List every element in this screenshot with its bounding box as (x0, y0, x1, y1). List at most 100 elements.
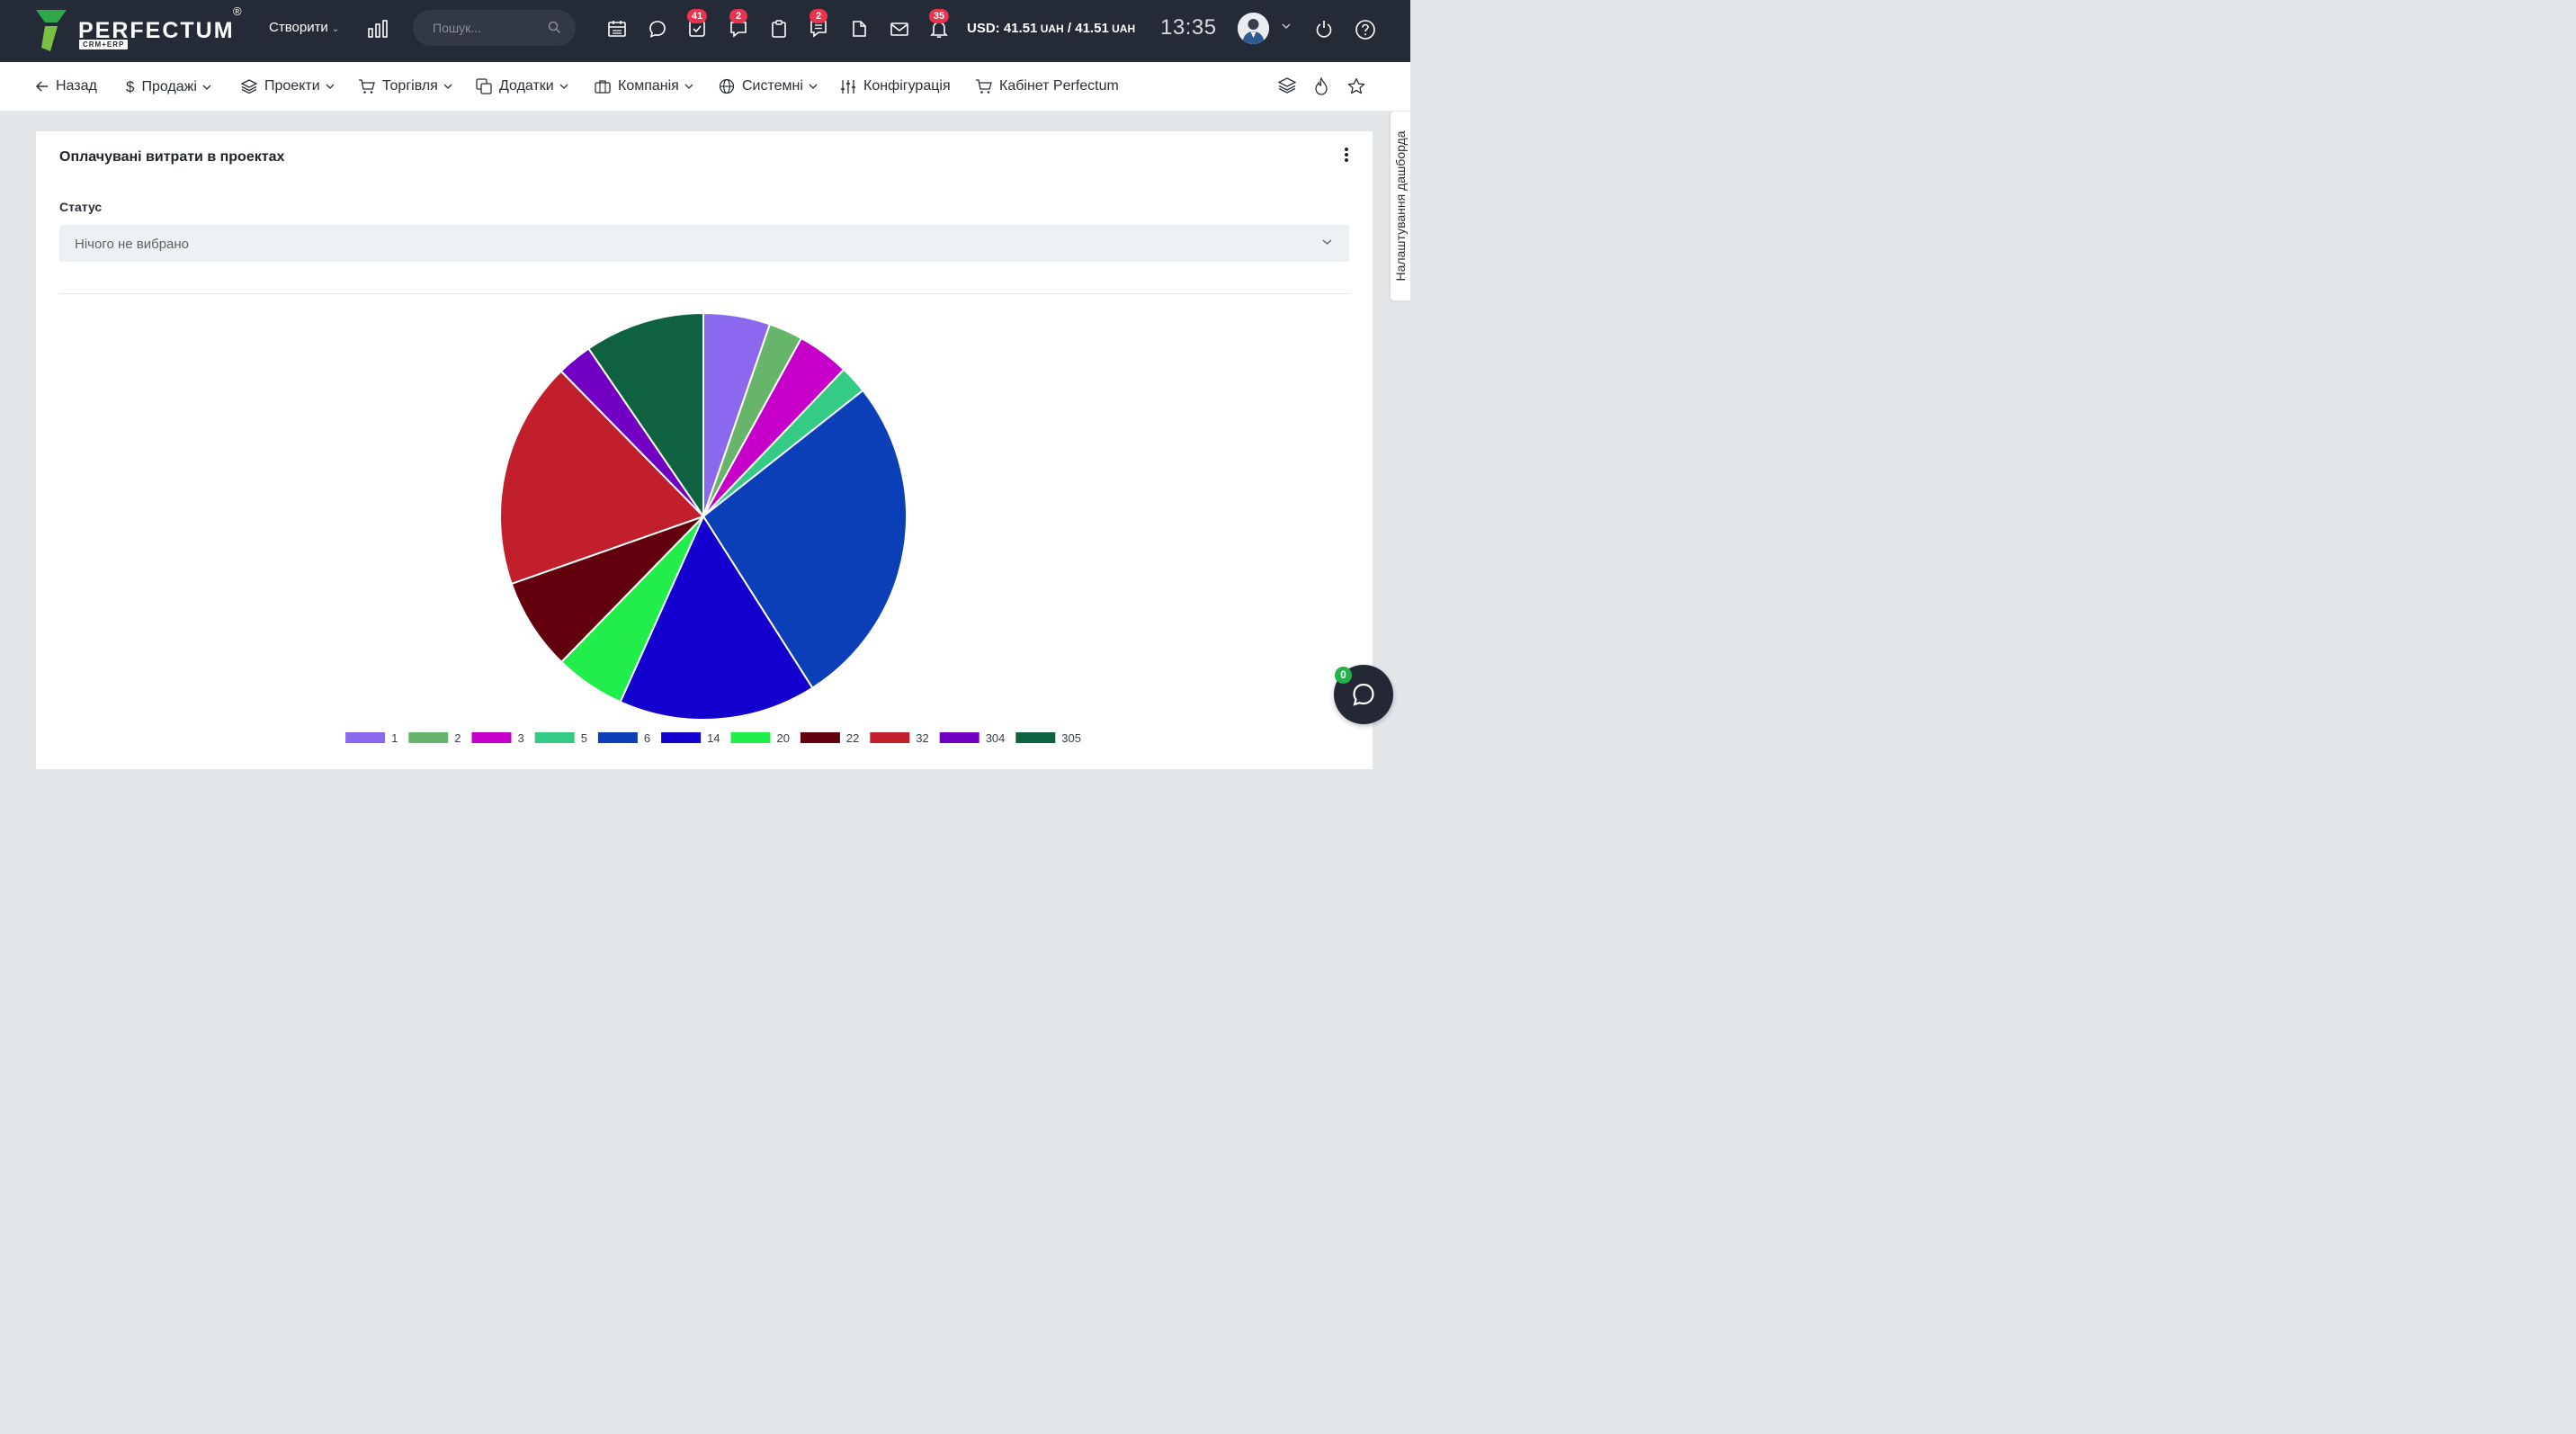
nav-sales-label: Продажі (141, 79, 197, 94)
nav-trade-label: Торгівля (382, 78, 438, 94)
notifications-button[interactable]: 35 (928, 9, 950, 39)
notes-button[interactable]: 2 (809, 9, 828, 39)
legend-swatch (597, 732, 638, 743)
legend-label: 6 (644, 731, 650, 745)
legend-item-22[interactable]: 22 (800, 731, 859, 745)
notifications-badge: 35 (928, 9, 950, 23)
legend-swatch (939, 732, 979, 743)
legend-item-2[interactable]: 2 (408, 731, 461, 745)
briefcase-icon (595, 79, 611, 94)
currency-prefix: USD: (967, 21, 1004, 36)
currency-unit-2: UAH (1108, 22, 1136, 35)
nav-projects-label: Проекти (264, 78, 320, 94)
nav-sales[interactable]: $ Продажі (126, 78, 211, 96)
chat-bubble-icon (649, 21, 666, 38)
logo[interactable]: PERFECTUM ® CRM+ERP (34, 4, 250, 55)
documents-button[interactable] (849, 19, 869, 39)
copy-icon (476, 78, 492, 94)
nav-system-label: Системні (742, 78, 803, 94)
legend-label: 5 (581, 731, 587, 745)
chat-badge: 0 (1335, 667, 1352, 684)
nav-back[interactable]: Назад (36, 78, 97, 94)
sliders-icon (840, 79, 856, 94)
nav-cabinet[interactable]: Кабінет Perfectum (975, 78, 1119, 94)
notes-badge: 2 (809, 9, 827, 23)
dollar-icon: $ (126, 78, 135, 95)
nav-company[interactable]: Компанія (595, 78, 693, 94)
legend-label: 3 (518, 731, 524, 745)
tasks-button[interactable]: 41 (686, 9, 708, 39)
legend-item-305[interactable]: 305 (1015, 731, 1081, 745)
nav-addons[interactable]: Додатки (476, 78, 568, 94)
document-icon (853, 21, 866, 37)
search-icon[interactable] (548, 21, 561, 34)
layers-icon (241, 79, 257, 94)
cart-icon (358, 78, 375, 94)
logo-registered-mark: ® (233, 4, 242, 18)
nav-configuration[interactable]: Конфігурація (840, 78, 951, 94)
search-box (413, 10, 576, 46)
chevron-down-icon (559, 84, 568, 90)
logo-mark-icon (36, 10, 67, 51)
chevron-down-icon (443, 84, 452, 90)
chevron-down-icon[interactable] (1282, 22, 1291, 30)
currency-value-1: 41.51 (1003, 21, 1038, 36)
currency-value-2: 41.51 (1075, 21, 1109, 36)
globe-icon (719, 78, 735, 94)
nav-trade[interactable]: Торгівля (358, 78, 452, 94)
layers-button[interactable] (1277, 77, 1297, 95)
legend-item-6[interactable]: 6 (597, 731, 650, 745)
favorites-button[interactable] (1347, 77, 1365, 95)
avatar[interactable] (1238, 13, 1269, 44)
dashboard-settings-label: Налаштування дашборда (1393, 130, 1408, 282)
bar-chart-icon[interactable] (368, 20, 388, 38)
legend-item-1[interactable]: 1 (345, 731, 398, 745)
help-button[interactable] (1355, 19, 1375, 40)
legend-item-14[interactable]: 14 (661, 731, 720, 745)
logout-button[interactable] (1314, 19, 1334, 39)
calendar-icon (608, 21, 626, 37)
calendar-button[interactable] (607, 19, 627, 39)
dashboard-settings-tab[interactable]: Налаштування дашборда (1391, 112, 1410, 300)
power-icon (1316, 21, 1332, 38)
mail-button[interactable] (890, 19, 909, 39)
currency-separator: / (1063, 21, 1076, 36)
legend-item-304[interactable]: 304 (939, 731, 1006, 745)
clipboard-icon (772, 20, 786, 38)
nav-configuration-label: Конфігурація (863, 78, 951, 94)
chevron-down-icon (809, 84, 818, 90)
discussions-button[interactable]: 2 (729, 9, 748, 39)
nav-projects[interactable]: Проекти (241, 78, 335, 94)
legend-item-32[interactable]: 32 (870, 731, 929, 745)
nav-system[interactable]: Системні (719, 78, 818, 94)
clipboard-button[interactable] (769, 19, 789, 39)
legend-label: 22 (846, 731, 859, 745)
chevron-down-icon (326, 84, 335, 90)
layers-icon (1277, 77, 1297, 94)
legend-swatch (1015, 732, 1056, 743)
create-button[interactable]: Створити ⌄ (269, 20, 339, 35)
cart-icon (975, 78, 992, 94)
hot-button[interactable] (1313, 76, 1331, 95)
legend-item-20[interactable]: 20 (730, 731, 790, 745)
legend-item-5[interactable]: 5 (534, 731, 587, 745)
help-icon (1355, 20, 1375, 40)
clock: 13:35 (1160, 15, 1217, 40)
legend-swatch (800, 732, 840, 743)
legend-swatch (471, 732, 512, 743)
legend-swatch (408, 732, 449, 743)
legend-swatch (534, 732, 575, 743)
nav-back-label: Назад (56, 78, 97, 94)
star-icon (1347, 77, 1365, 94)
nav-cabinet-label: Кабінет Perfectum (999, 78, 1119, 94)
create-label: Створити (269, 20, 328, 35)
nav-addons-label: Додатки (499, 78, 554, 94)
chevron-down-icon (684, 84, 693, 90)
legend-swatch (870, 732, 910, 743)
currency-unit-1: UAH (1037, 22, 1064, 35)
currency-rate: USD: 41.51 UAH / 41.51 UAH (967, 21, 1135, 36)
legend-item-3[interactable]: 3 (471, 731, 524, 745)
messages-button[interactable] (648, 19, 667, 39)
legend-label: 2 (454, 731, 461, 745)
chart-legend: 1 2 3 5 6 14 20 22 32 304 305 (345, 731, 1081, 745)
